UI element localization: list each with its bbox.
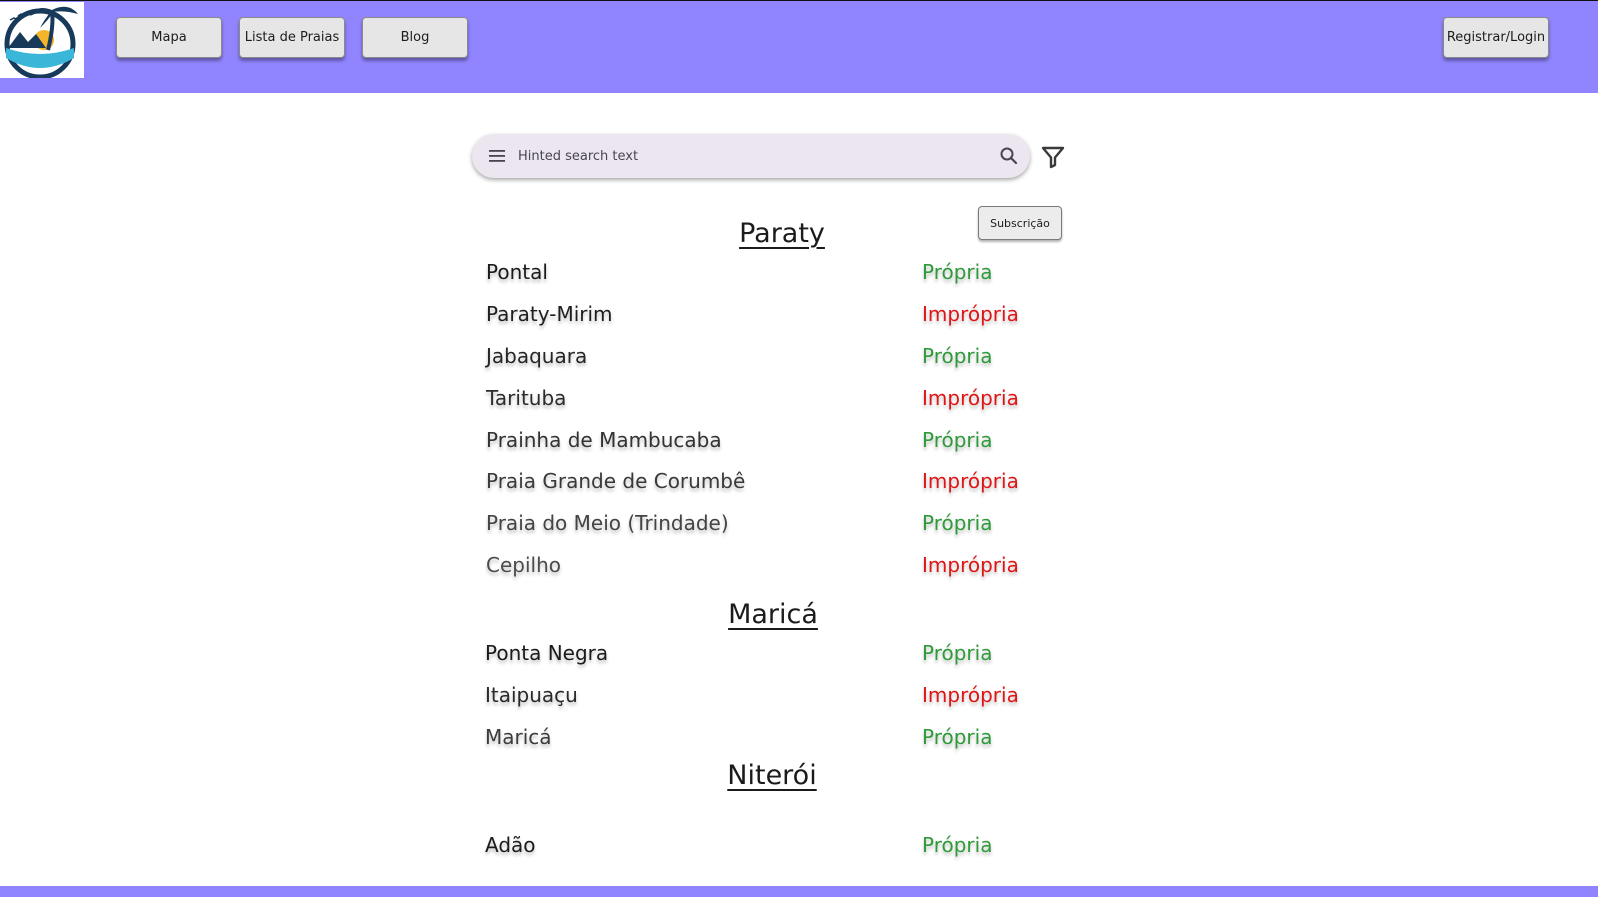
search-bar[interactable] [472, 134, 1030, 178]
beach-name: Paraty-Mirim [486, 302, 613, 326]
register-login-button[interactable]: Registrar/Login [1443, 17, 1549, 58]
beach-name: Cepilho [486, 553, 561, 577]
beach-name: Prainha de Mambucaba [486, 428, 722, 452]
beach-status: Própria [922, 511, 993, 535]
beach-status: Própria [922, 428, 993, 452]
beach-status: Própria [922, 260, 993, 284]
city-title-niteroi: Niterói [727, 760, 817, 791]
beach-name: Tarituba [486, 386, 567, 410]
beach-name: Praia do Meio (Trindade) [486, 511, 729, 535]
filter-icon[interactable] [1041, 145, 1065, 169]
beach-name: Itaipuaçu [485, 683, 578, 707]
search-icon[interactable] [999, 146, 1019, 166]
beach-name: Adão [485, 833, 536, 857]
beach-name: Maricá [485, 725, 552, 749]
beach-status: Imprópria [922, 469, 1019, 493]
palm-tree-logo-icon [4, 6, 78, 78]
beach-status: Própria [922, 725, 993, 749]
top-navigation-bar: Mapa Lista de Praias Blog Registrar/Logi… [0, 0, 1598, 93]
menu-icon[interactable] [488, 148, 506, 164]
nav-lista-de-praias-button[interactable]: Lista de Praias [239, 17, 345, 58]
beach-status: Imprópria [922, 553, 1019, 577]
bottom-bar [0, 886, 1598, 897]
beach-status: Própria [922, 344, 993, 368]
search-input[interactable] [518, 144, 978, 168]
beach-status: Imprópria [922, 302, 1019, 326]
beach-status: Imprópria [922, 683, 1019, 707]
beach-status: Imprópria [922, 386, 1019, 410]
beach-status: Própria [922, 641, 993, 665]
beach-name: Ponta Negra [485, 641, 609, 665]
city-title-marica: Maricá [728, 599, 818, 630]
nav-blog-button[interactable]: Blog [362, 17, 468, 58]
beach-logo[interactable] [0, 2, 84, 78]
subscribe-button[interactable]: Subscrição [978, 206, 1062, 240]
beach-status: Própria [922, 833, 993, 857]
beach-name: Pontal [486, 260, 548, 284]
nav-mapa-button[interactable]: Mapa [116, 17, 222, 58]
beach-name: Jabaquara [486, 344, 588, 368]
city-title-paraty: Paraty [739, 218, 825, 249]
beach-name: Praia Grande de Corumbê [486, 469, 746, 493]
